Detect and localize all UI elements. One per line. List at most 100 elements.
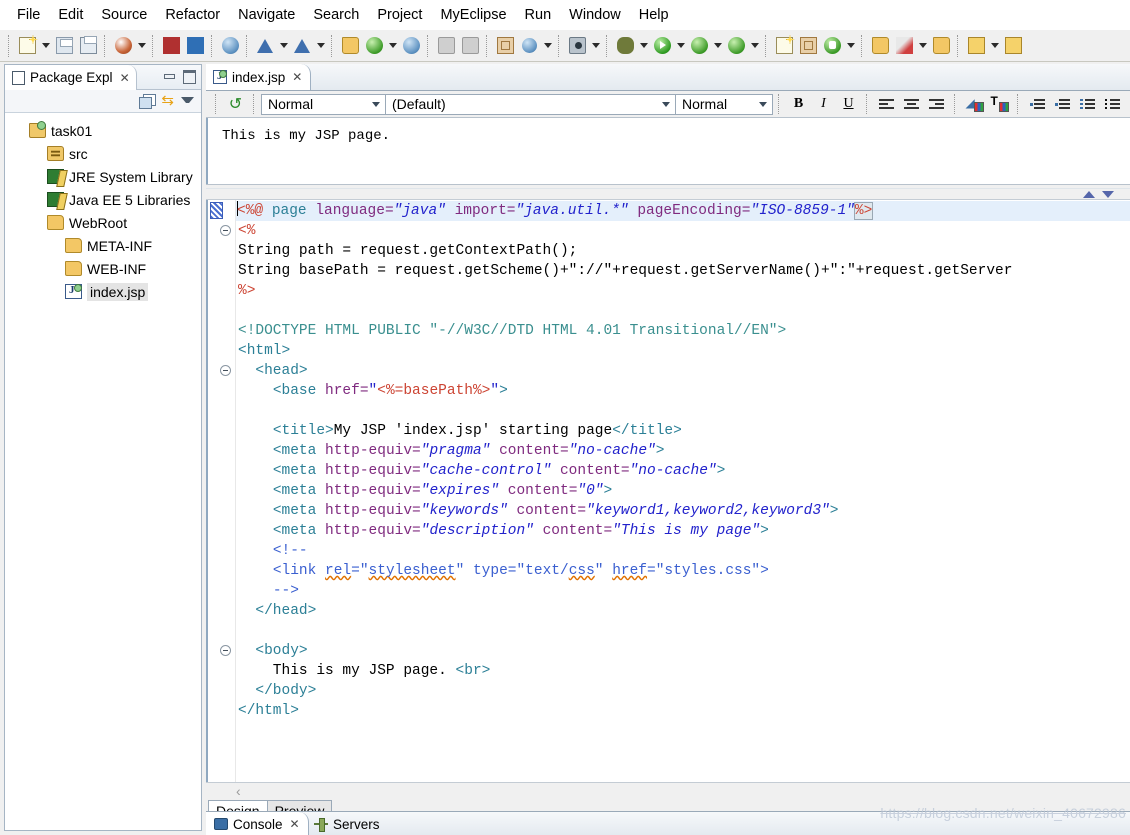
outdent-icon[interactable] (1050, 93, 1075, 115)
code-line[interactable]: %> (236, 281, 1130, 301)
code-line[interactable]: <%@ page language="java" import="java.ut… (236, 201, 1130, 221)
chevron-down-icon[interactable] (988, 34, 1001, 58)
save-icon[interactable] (52, 34, 76, 58)
menu-search[interactable]: Search (304, 4, 368, 26)
minimize-icon[interactable] (162, 69, 177, 84)
menu-refactor[interactable]: Refactor (156, 4, 229, 26)
tree-item-java-ee-5-libraries[interactable]: Java EE 5 Libraries (5, 188, 201, 211)
search-icon[interactable] (892, 34, 916, 58)
close-icon[interactable]: ✕ (292, 70, 302, 84)
code-line[interactable]: </head> (236, 601, 1130, 621)
tree-item-src[interactable]: src (5, 142, 201, 165)
code-line[interactable] (236, 621, 1130, 641)
source-editor[interactable]: <%@ page language="java" import="java.ut… (206, 200, 1130, 782)
close-icon[interactable]: ✕ (290, 817, 300, 831)
start-server-icon[interactable] (362, 34, 386, 58)
link-with-editor-icon[interactable]: ⇆ (161, 93, 174, 108)
profile-icon[interactable] (724, 34, 748, 58)
tree-item-meta-inf[interactable]: META-INF (5, 234, 201, 257)
code-line[interactable] (236, 401, 1130, 421)
code-line[interactable]: </html> (236, 701, 1130, 721)
chevron-down-icon[interactable] (314, 34, 327, 58)
line-marker-icon[interactable] (210, 202, 223, 219)
tree-item-task01[interactable]: task01 (5, 119, 201, 142)
bold-button[interactable]: B (786, 93, 811, 115)
new-deployment-icon[interactable] (111, 34, 135, 58)
editor-gutter[interactable] (208, 200, 236, 782)
code-line[interactable] (236, 301, 1130, 321)
scroll-left-icon[interactable]: ‹ (236, 783, 241, 799)
menu-file[interactable]: File (8, 4, 49, 26)
chevron-down-icon[interactable] (541, 34, 554, 58)
code-line[interactable]: <!DOCTYPE HTML PUBLIC "-//W3C//DTD HTML … (236, 321, 1130, 341)
tab-console[interactable]: Console ✕ (206, 812, 309, 835)
align-right-icon[interactable] (924, 93, 949, 115)
previous-annotation-icon[interactable] (1083, 190, 1095, 198)
source-code[interactable]: <%@ page language="java" import="java.ut… (236, 200, 1130, 782)
fold-collapse-icon[interactable] (220, 645, 231, 656)
validate-icon[interactable] (290, 34, 314, 58)
fold-collapse-icon[interactable] (220, 365, 231, 376)
chevron-down-icon[interactable] (386, 34, 399, 58)
menu-edit[interactable]: Edit (49, 4, 92, 26)
code-line[interactable]: <meta http-equiv="expires" content="0"> (236, 481, 1130, 501)
web-20-icon[interactable] (218, 34, 242, 58)
chevron-down-icon[interactable] (277, 34, 290, 58)
open-type-icon[interactable] (820, 34, 844, 58)
preview-report-icon[interactable] (517, 34, 541, 58)
menu-source[interactable]: Source (92, 4, 156, 26)
menu-project[interactable]: Project (368, 4, 431, 26)
tree-item-webroot[interactable]: WebRoot (5, 211, 201, 234)
code-line[interactable]: <link rel="stylesheet" type="text/css" h… (236, 561, 1130, 581)
open-db-explorer-icon[interactable] (183, 34, 207, 58)
open-db-browser-icon[interactable] (159, 34, 183, 58)
deploy-myeclipse-icon[interactable] (338, 34, 362, 58)
run-configuration-icon[interactable] (253, 34, 277, 58)
code-line[interactable]: <meta http-equiv="keywords" content="key… (236, 501, 1130, 521)
ordered-list-icon[interactable] (1075, 93, 1100, 115)
refresh-icon[interactable]: ↺ (223, 93, 248, 115)
menu-help[interactable]: Help (630, 4, 678, 26)
chevron-down-icon[interactable] (674, 34, 687, 58)
unordered-list-icon[interactable] (1100, 93, 1125, 115)
new-wizard-icon[interactable] (15, 34, 39, 58)
menu-myeclipse[interactable]: MyEclipse (431, 4, 515, 26)
previous-annotation-icon[interactable] (964, 34, 988, 58)
open-resource-icon[interactable] (868, 34, 892, 58)
horizontal-scrollbar[interactable]: ‹ (206, 782, 1130, 799)
new-report-icon[interactable] (493, 34, 517, 58)
font-combo[interactable]: (Default) (386, 93, 676, 115)
indent-icon[interactable] (1025, 93, 1050, 115)
code-line[interactable]: <head> (236, 361, 1130, 381)
debug-icon[interactable] (613, 34, 637, 58)
run-icon[interactable] (650, 34, 674, 58)
chevron-down-icon[interactable] (916, 34, 929, 58)
next-annotation-icon[interactable] (1102, 190, 1114, 198)
chevron-down-icon[interactable] (589, 34, 602, 58)
tree-item-jre-system-library[interactable]: JRE System Library (5, 165, 201, 188)
menu-window[interactable]: Window (560, 4, 630, 26)
underline-button[interactable]: U (836, 93, 861, 115)
code-line[interactable]: String path = request.getContextPath(); (236, 241, 1130, 261)
italic-button[interactable]: I (811, 93, 836, 115)
background-color-icon[interactable]: ◢ (962, 93, 987, 115)
collapse-all-icon[interactable] (139, 94, 157, 109)
maximize-icon[interactable] (182, 69, 197, 84)
code-line[interactable]: <!-- (236, 541, 1130, 561)
font-color-icon[interactable]: T (987, 93, 1012, 115)
run-history-icon[interactable] (687, 34, 711, 58)
code-line[interactable]: <html> (236, 341, 1130, 361)
new-java-class-icon[interactable] (772, 34, 796, 58)
chevron-down-icon[interactable] (637, 34, 650, 58)
align-left-icon[interactable] (874, 93, 899, 115)
align-center-icon[interactable] (899, 93, 924, 115)
tree-item-web-inf[interactable]: WEB-INF (5, 257, 201, 280)
next-annotation-icon[interactable] (1001, 34, 1025, 58)
new-package-icon[interactable] (796, 34, 820, 58)
chevron-down-icon[interactable] (844, 34, 857, 58)
tab-servers[interactable]: Servers (306, 812, 388, 835)
code-line[interactable]: <base href="<%=basePath%>"> (236, 381, 1130, 401)
code-line[interactable]: This is my JSP page. <br> (236, 661, 1130, 681)
deploy-disabled-icon[interactable] (434, 34, 458, 58)
chevron-down-icon[interactable] (135, 34, 148, 58)
